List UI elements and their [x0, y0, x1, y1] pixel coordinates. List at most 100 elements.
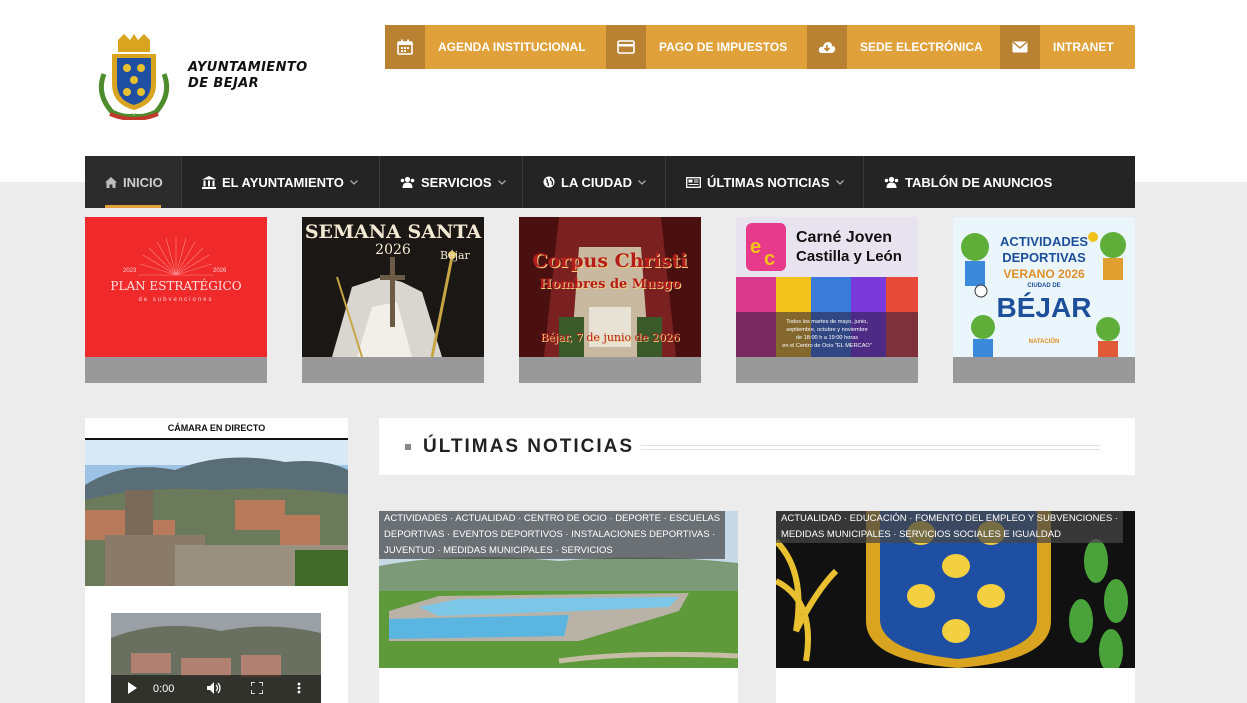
semana-title: SEMANA SANTA — [304, 221, 482, 243]
sede-electronica-link[interactable]: SEDE ELECTRÓNICA — [807, 25, 1000, 69]
nav-item-noticias-label: ÚLTIMAS NOTICIAS — [707, 174, 830, 190]
banner-actividades-deportivas[interactable]: ACTIVIDADES DEPORTIVAS VERANO 2026 CIUDA… — [953, 217, 1135, 383]
banner-corpus-christi[interactable]: Corpus Christi Hombres de Musgo Béjar, 7… — [519, 217, 701, 383]
news-heading: ÚLTIMAS NOTICIAS — [423, 436, 635, 457]
site-logo[interactable]: AYUNTAMIENTO DE BEJAR — [94, 34, 344, 120]
chevron-down-icon — [835, 179, 844, 185]
news-section-header: ÚLTIMAS NOTICIAS — [379, 418, 1135, 475]
news-categories-line: DEPORTIVAS · EVENTOS DEPORTIVOS · INSTAL… — [384, 529, 716, 540]
banner-plan-estrategico[interactable]: 2023 2026 PLAN ESTRATÉGICO de subvencion… — [85, 217, 267, 383]
banner-semana-santa[interactable]: SEMANA SANTA 2026 Béjar — [302, 217, 484, 383]
plan-years-left: 2023 — [123, 268, 137, 274]
semana-place: Béjar — [440, 249, 470, 262]
live-camera-widget: CÁMARA EN DIRECTO 0:00 — [85, 418, 348, 703]
nav-item-ayuntamiento[interactable]: EL AYUNTAMIENTO — [182, 156, 380, 208]
news-categories: ACTIVIDADES · ACTUALIDAD · CENTRO DE OCI… — [379, 511, 726, 559]
deportes-line4: CIUDAD DE — [1027, 283, 1061, 289]
heading-divider — [641, 445, 1100, 450]
banner-image: e c Carné Joven Castilla y León Todos lo… — [736, 217, 918, 357]
home-icon — [105, 176, 117, 188]
deportes-line2: DEPORTIVAS — [1002, 250, 1086, 265]
news-card-image: ACTUALIDAD · EDUCACIÓN · FOMENTO DEL EMP… — [776, 511, 1135, 668]
carne-info: Todos los martes de mayo, junio, septiem… — [736, 318, 918, 350]
agenda-institucional-label: AGENDA INSTITUCIONAL — [438, 40, 586, 54]
nav-item-inicio[interactable]: INICIO — [85, 156, 182, 208]
news-categories-line: ACTUALIDAD · EDUCACIÓN · FOMENTO DEL EMP… — [781, 513, 1118, 524]
banner-carne-joven[interactable]: e c Carné Joven Castilla y León Todos lo… — [736, 217, 918, 383]
institution-icon — [202, 175, 216, 189]
news-categories-line: JUVENTUD · MEDIDAS MUNICIPALES · SERVICI… — [384, 545, 613, 556]
agenda-institucional-link[interactable]: AGENDA INSTITUCIONAL — [385, 25, 606, 69]
plan-title: PLAN ESTRATÉGICO — [110, 279, 242, 293]
video-time: 0:00 — [153, 683, 175, 695]
live-camera-title: CÁMARA EN DIRECTO — [85, 418, 348, 440]
news-categories-line: ACTIVIDADES · ACTUALIDAD · CENTRO DE OCI… — [384, 513, 721, 524]
news-card[interactable]: ACTIVIDADES · ACTUALIDAD · CENTRO DE OCI… — [379, 511, 738, 703]
site-name: AYUNTAMIENTO DE BEJAR — [188, 60, 308, 92]
svg-text:e: e — [750, 236, 761, 258]
site-name-line2: DE BEJAR — [188, 76, 260, 91]
heading-bullet — [405, 444, 411, 450]
users-icon — [400, 176, 415, 188]
envelope-icon — [1000, 25, 1040, 69]
carne-title-1: Carné Joven — [796, 229, 893, 246]
main-nav: INICIO EL AYUNTAMIENTO SERVICIOS LA CIUD… — [85, 156, 1135, 208]
chevron-down-icon — [638, 179, 646, 185]
video-player[interactable]: 0:00 — [111, 613, 321, 703]
nav-item-servicios[interactable]: SERVICIOS — [380, 156, 523, 208]
corpus-subtitle: Hombres de Musgo — [539, 277, 681, 292]
corpus-title: Corpus Christi — [532, 250, 688, 272]
volume-icon[interactable] — [207, 681, 223, 697]
svg-text:c: c — [764, 248, 775, 270]
carne-info-line2: septiembre, octubre y noviembre — [786, 327, 868, 333]
carne-info-line3: de 18:00 h a 19:00 horas — [795, 335, 859, 341]
site-name-line1: AYUNTAMIENTO — [188, 60, 308, 75]
corpus-date: Béjar, 7 de junio de 2026 — [540, 331, 680, 344]
deportes-line5: BÉJAR — [996, 292, 1092, 323]
chevron-down-icon — [349, 179, 358, 185]
banner-image: SEMANA SANTA 2026 Béjar — [302, 217, 484, 357]
town-view-graphic — [85, 440, 348, 586]
utility-nav: AGENDA INSTITUCIONAL PAGO DE IMPUESTOS S… — [385, 25, 1135, 69]
nav-item-ciudad[interactable]: LA CIUDAD — [523, 156, 666, 208]
live-camera-image[interactable] — [85, 440, 348, 586]
sede-electronica-label: SEDE ELECTRÓNICA — [860, 40, 983, 54]
intranet-link[interactable]: INTRANET — [1000, 25, 1135, 69]
news-categories-line: MEDIDAS MUNICIPALES · SERVICIOS SOCIALES… — [781, 529, 1061, 540]
carne-info-line4: en el Centro de Ocio "EL MERCAO" — [782, 343, 872, 349]
globe-icon — [543, 176, 555, 188]
pago-impuestos-label: PAGO DE IMPUESTOS — [659, 40, 788, 54]
banner-image: Corpus Christi Hombres de Musgo Béjar, 7… — [519, 217, 701, 357]
nav-item-ciudad-label: LA CIUDAD — [561, 174, 633, 190]
nav-item-noticias[interactable]: ÚLTIMAS NOTICIAS — [666, 156, 864, 208]
cloud-download-icon — [807, 25, 847, 69]
plan-years-right: 2026 — [213, 268, 227, 274]
play-icon[interactable] — [127, 681, 137, 697]
deportes-line1: ACTIVIDADES — [999, 234, 1089, 249]
news-card[interactable]: ACTUALIDAD · EDUCACIÓN · FOMENTO DEL EMP… — [776, 511, 1135, 703]
pago-impuestos-link[interactable]: PAGO DE IMPUESTOS — [606, 25, 807, 69]
credit-card-icon — [606, 25, 646, 69]
deportes-line3: VERANO 2026 — [1003, 267, 1085, 281]
newspaper-icon — [686, 176, 701, 188]
nav-item-ayuntamiento-label: EL AYUNTAMIENTO — [222, 174, 344, 190]
banner-image: 2023 2026 PLAN ESTRATÉGICO de subvencion… — [85, 217, 267, 357]
banner-image: ACTIVIDADES DEPORTIVAS VERANO 2026 CIUDA… — [953, 217, 1135, 357]
intranet-label: INTRANET — [1053, 40, 1114, 54]
fullscreen-icon[interactable] — [250, 680, 264, 697]
chevron-down-icon — [497, 179, 506, 185]
nav-item-tablon[interactable]: TABLÓN DE ANUNCIOS — [864, 156, 1054, 208]
plan-subtitle: de subvenciones — [138, 297, 214, 303]
carne-info-line1: Todos los martes de mayo, junio, — [786, 319, 868, 325]
more-options-icon[interactable] — [297, 682, 301, 697]
news-categories: ACTUALIDAD · EDUCACIÓN · FOMENTO DEL EMP… — [776, 511, 1123, 543]
news-card-image: ACTIVIDADES · ACTUALIDAD · CENTRO DE OCI… — [379, 511, 738, 668]
users-icon — [884, 176, 899, 188]
nav-item-inicio-label: INICIO — [123, 174, 163, 190]
video-controls: 0:00 — [111, 675, 321, 703]
calendar-icon — [385, 25, 425, 69]
nav-item-servicios-label: SERVICIOS — [421, 174, 492, 190]
nav-item-tablon-label: TABLÓN DE ANUNCIOS — [905, 174, 1053, 190]
coat-of-arms-icon — [98, 34, 170, 120]
carne-title-2: Castilla y León — [796, 248, 902, 265]
